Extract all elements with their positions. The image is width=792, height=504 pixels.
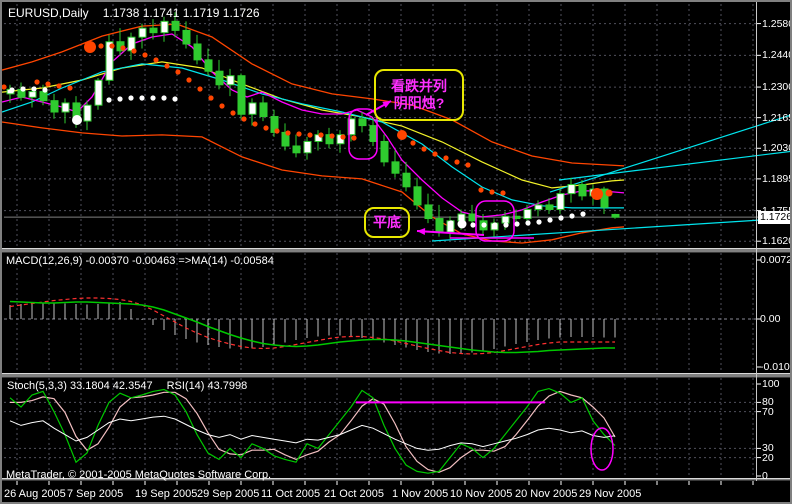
mt4-chart-window: EURUSD,Daily 1.1738 1.1741 1.1719 1.1726 … [0,0,792,504]
stoch-indicator-label: Stoch(5,3,3) 33.1804 42.3547 RSI(14) 43.7… [7,380,248,392]
date-label: 20 Nov 2005 [515,488,578,500]
date-label: 29 Sep 2005 [197,488,260,500]
panel-divider[interactable] [2,248,790,253]
date-label: 19 Sep 2005 [135,488,198,500]
chart-title: EURUSD,Daily 1.1738 1.1741 1.1719 1.1726 [8,6,260,20]
date-label: 1 Nov 2005 [392,488,449,500]
stoch-axis-label: 70 [762,405,774,418]
macd-indicator-label: MACD(12,26,9) -0.00370 -0.00463 =>MA(14)… [6,255,274,267]
macd-axis-label: 0.00 [760,313,781,325]
price-axis-label: 1.2030 [762,142,792,155]
stoch-axis-label: 20 [762,451,774,464]
annotation-text-box: 看跌并列 阴阳烛? [374,69,464,121]
date-label: 29 Nov 2005 [579,488,642,500]
price-axis-label: 1.2300 [762,81,792,94]
macd-axis-label: 0.00724 [760,254,792,266]
date-label: 11 Oct 2005 [261,488,321,500]
rsi-indicator-label: RSI(14) 43.7998 [166,380,248,392]
stoch-axis-label: 100 [762,378,780,390]
price-axis-border [756,2,757,481]
date-label: 21 Oct 2005 [324,488,384,500]
copyright-notice: MetaTrader, © 2001-2005 MetaQuotes Softw… [6,469,272,481]
price-axis-label: 1.1620 [762,235,792,248]
stoch-axis-label: 0 [762,470,768,482]
price-axis-label: 1.2440 [762,49,792,62]
price-axis-label: 1.2580 [762,17,792,30]
date-label: 26 Aug 2005 [4,488,66,500]
price-axis-label: 1.1895 [762,172,792,185]
price-axis-label: 1.2165 [762,111,792,124]
current-price-badge: 1.1726 [758,211,792,224]
symbol-period-label: EURUSD,Daily [8,6,89,20]
date-label: 10 Nov 2005 [450,488,513,500]
macd-axis-label: -0.0106 [760,361,790,373]
annotation-text-box: 平底 [364,207,410,238]
ohlc-quote-label: 1.1738 1.1741 1.1719 1.1726 [102,6,260,20]
date-label: 7 Sep 2005 [67,488,124,500]
panel-divider[interactable] [2,373,790,378]
